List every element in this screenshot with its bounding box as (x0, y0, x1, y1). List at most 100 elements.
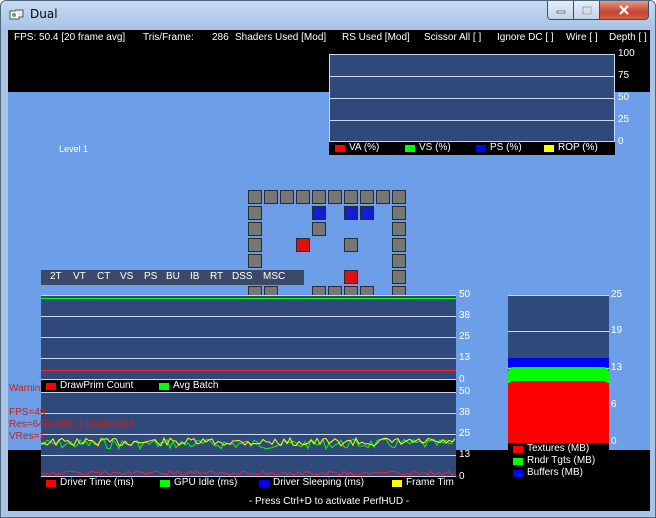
state-tab[interactable]: 2T (50, 271, 62, 282)
wall-tile (248, 254, 262, 268)
close-button[interactable] (600, 1, 649, 20)
legend-swatch (392, 480, 402, 487)
legend-label: GPU Idle (ms) (174, 477, 238, 488)
render-viewport[interactable]: FPS: 50.4 [20 frame avg] Tris/Frame: 286… (8, 30, 650, 511)
state-tab[interactable]: BU (166, 271, 180, 282)
tick-label: 25 (618, 114, 630, 125)
legend-swatch (513, 470, 523, 477)
pipeline-legend: VA (%) VS (%) PS (%) ROP (%) (329, 142, 615, 155)
legend-label: Driver Time (ms) (60, 477, 134, 488)
wall-tile (376, 190, 390, 204)
tick-label: 19 (611, 325, 623, 336)
tick-label: 0 (611, 436, 617, 447)
state-tab[interactable]: CT (97, 271, 110, 282)
wall-tile (392, 190, 406, 204)
memory-legend: Textures (MB) Rndr Tgts (MB) Buffers (MB… (508, 443, 609, 479)
wall-tile (392, 238, 406, 252)
red-block (344, 270, 358, 284)
grid-line (329, 76, 615, 77)
title-bar[interactable]: Dual (1, 1, 655, 29)
legend-swatch (405, 145, 415, 152)
wall-tile (360, 190, 374, 204)
wire-toggle[interactable]: Wire [ ] (566, 32, 598, 43)
perfhud-top-bar: FPS: 50.4 [20 frame avg] Tris/Frame: 286… (8, 30, 650, 46)
tick-label: 50 (618, 92, 630, 103)
grid-line (41, 337, 456, 338)
warning-text: Warnin (9, 383, 41, 394)
tick-label: 25 (459, 428, 471, 439)
scissor-all-toggle[interactable]: Scissor All [ ] (424, 32, 481, 43)
tick-label: 25 (459, 331, 471, 342)
state-tab[interactable]: VT (73, 271, 86, 282)
legend-swatch (513, 458, 523, 465)
legend-swatch (159, 383, 169, 390)
fps-readout: FPS: 50.4 [20 frame avg] (14, 32, 126, 43)
state-tab[interactable]: IB (190, 271, 199, 282)
grid-line (41, 358, 456, 359)
blue-block (344, 206, 358, 220)
tick-label: 50 (459, 289, 471, 300)
tick-label: 0 (459, 374, 465, 385)
legend-label: Textures (MB) (527, 443, 590, 454)
grid-line (329, 120, 615, 121)
grid-line (508, 331, 609, 332)
legend-swatch (160, 480, 170, 487)
minimize-button[interactable] (547, 1, 574, 20)
draw-legend: DrawPrim Count Avg Batch (41, 380, 456, 392)
red-block (296, 238, 310, 252)
tris-value: 286 (212, 32, 229, 43)
wall-tile (280, 190, 294, 204)
state-tab[interactable]: MSC (263, 271, 285, 282)
tick-label: 6 (611, 399, 617, 410)
legend-label: Frame Tim (406, 477, 454, 488)
tick-label: 13 (459, 449, 471, 460)
legend-label: Rndr Tgts (MB) (527, 455, 596, 466)
level-label: Level 1 (59, 144, 89, 154)
state-tab[interactable]: DSS (232, 271, 253, 282)
legend-swatch (46, 383, 56, 390)
driver-chart (41, 392, 456, 477)
state-tabs-bar: 2T VT CT VS PS BU IB RT DSS MSC (41, 270, 304, 285)
legend-label: Driver Sleeping (ms) (273, 477, 365, 488)
maximize-button[interactable] (574, 1, 600, 20)
legend-swatch (46, 480, 56, 487)
tris-label: Tris/Frame: (143, 32, 194, 43)
tick-label: 13 (459, 352, 471, 363)
wall-tile (344, 190, 358, 204)
wall-tile (248, 238, 262, 252)
memory-chart (508, 295, 609, 443)
wall-tile (248, 222, 262, 236)
rs-used-toggle[interactable]: RS Used [Mod] (342, 32, 410, 43)
legend-label: PS (%) (490, 142, 522, 153)
tick-label: 38 (459, 310, 471, 321)
grid-line (329, 54, 615, 55)
depth-toggle[interactable]: Depth [ ] (609, 32, 647, 43)
perfhud-hint: - Press Ctrl+D to activate PerfHUD - (248, 496, 410, 507)
state-tab[interactable]: VS (120, 271, 133, 282)
tick-label: 75 (618, 70, 630, 81)
grid-line (508, 295, 609, 296)
wall-tile (264, 190, 278, 204)
tick-label: 100 (618, 48, 635, 59)
shaders-used-toggle[interactable]: Shaders Used [Mod] (235, 32, 326, 43)
wall-tile (248, 206, 262, 220)
draw-chart (41, 295, 456, 380)
wall-tile (392, 206, 406, 220)
state-tab[interactable]: RT (210, 271, 223, 282)
blue-block (360, 206, 374, 220)
legend-label: Buffers (MB) (527, 467, 583, 478)
resolution-text: Res=640x480 [ ] 1280x1024 (9, 419, 135, 430)
wall-tile (392, 254, 406, 268)
state-tab[interactable]: PS (144, 271, 157, 282)
legend-swatch (476, 145, 486, 152)
minimize-icon (556, 10, 565, 14)
legend-label: VA (%) (349, 142, 380, 153)
close-icon (619, 5, 629, 15)
drawprim-line (41, 370, 456, 371)
wall-tile (328, 190, 342, 204)
fps-overlay-text: FPS=49 (9, 407, 46, 418)
legend-swatch (335, 145, 345, 152)
legend-swatch (259, 480, 269, 487)
ignore-dc-toggle[interactable]: Ignore DC [ ] (497, 32, 554, 43)
legend-swatch (544, 145, 554, 152)
